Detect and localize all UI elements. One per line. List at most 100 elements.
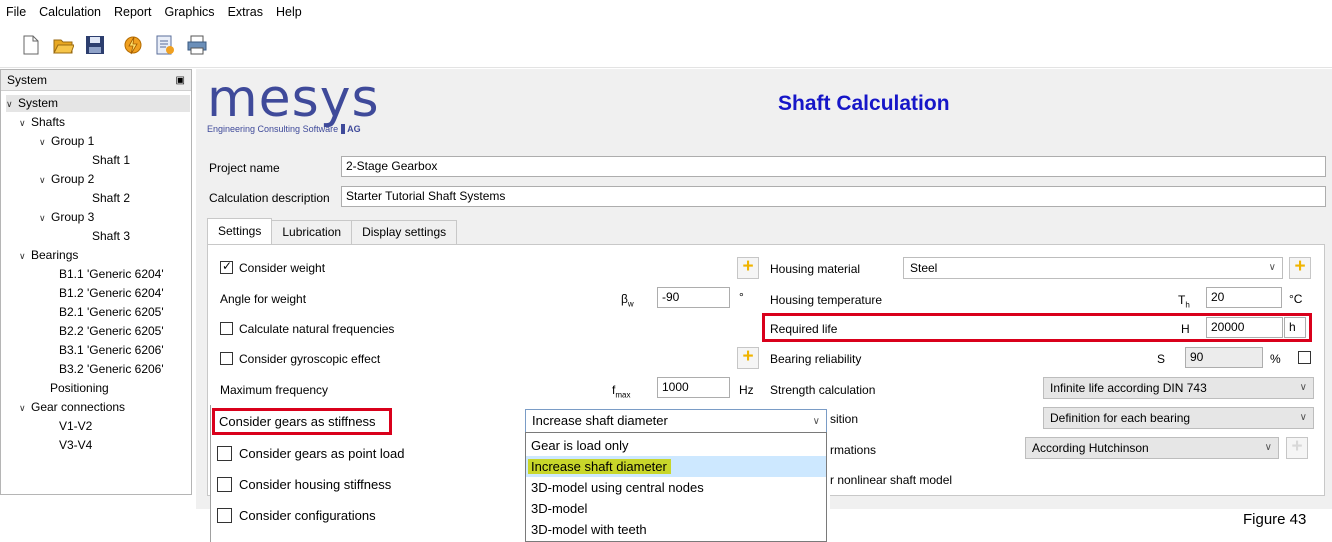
tree-node-shaft[interactable]: Shaft 1	[92, 152, 130, 168]
dropdown-option[interactable]: 3D-model with teeth	[526, 519, 826, 540]
tab-lubrication[interactable]: Lubrication	[271, 220, 353, 244]
formations-select[interactable]: According Hutchinson ∨	[1025, 437, 1279, 459]
tree-node-shaft[interactable]: Shaft 2	[92, 190, 130, 206]
housing-stiffness-checkbox[interactable]	[217, 477, 232, 492]
menu-help[interactable]: Help	[276, 5, 302, 19]
chevron-down-icon[interactable]: ∨	[39, 134, 51, 150]
strength-calculation-value: Infinite life according DIN 743	[1050, 381, 1207, 395]
bearing-reliability-label: Bearing reliability	[770, 352, 862, 366]
tree-node-bearing[interactable]: B1.1 'Generic 6204'	[59, 266, 164, 282]
mesys-logo: mesys Engineering Consulting Software AG	[207, 73, 380, 134]
system-tree-panel: System ▣ ∨ System ∨ Shafts ∨ Group 1 Shaft …	[0, 69, 192, 495]
calculate-icon[interactable]	[122, 34, 144, 56]
menu-file[interactable]: File	[6, 5, 26, 19]
angle-for-weight-input[interactable]: -90	[657, 287, 730, 308]
maximum-frequency-label: Maximum frequency	[220, 383, 329, 397]
consider-weight-label: Consider weight	[239, 261, 326, 275]
tree-node-shaft[interactable]: Shaft 3	[92, 228, 130, 244]
tree-node-system[interactable]: ∨ System	[6, 95, 190, 112]
tree-header: System ▣	[1, 70, 191, 91]
logo-suffix: AG	[347, 124, 361, 134]
tree-node-bearing[interactable]: B3.1 'Generic 6206'	[59, 342, 164, 358]
tree-node-group[interactable]: ∨ Group 3	[39, 209, 94, 226]
tree-node-bearing[interactable]: B2.2 'Generic 6205'	[59, 323, 164, 339]
add-icon[interactable]: +	[737, 347, 759, 369]
tree-node-bearing[interactable]: B2.1 'Generic 6205'	[59, 304, 164, 320]
housing-material-value: Steel	[910, 261, 938, 275]
chevron-down-icon[interactable]: ∨	[39, 172, 51, 188]
strength-calculation-label: Strength calculation	[770, 383, 876, 397]
tree-node-gear-connection[interactable]: V1-V2	[59, 418, 92, 434]
strength-calculation-select[interactable]: Infinite life according DIN 743 ∨	[1043, 377, 1314, 399]
chevron-down-icon[interactable]: ∨	[6, 96, 18, 112]
chevron-down-icon[interactable]: ∨	[19, 115, 31, 131]
tree-node-group[interactable]: ∨ Group 1	[39, 133, 94, 150]
menu-report[interactable]: Report	[114, 5, 152, 19]
dropdown-option-highlighted[interactable]: Increase shaft diameter	[526, 456, 826, 477]
menu-calculation[interactable]: Calculation	[39, 5, 101, 19]
housing-stiffness-label: Consider housing stiffness	[239, 477, 392, 492]
chevron-down-icon[interactable]: ∨	[19, 400, 31, 416]
chevron-down-icon[interactable]: ∨	[39, 210, 51, 226]
tree-node-bearings[interactable]: ∨ Bearings	[19, 247, 78, 264]
dropdown-option[interactable]: Gear is load only	[526, 435, 826, 456]
housing-material-label: Housing material	[770, 262, 861, 276]
gear-model-select[interactable]: Increase shaft diameter ∨	[525, 409, 827, 433]
tree-node-group[interactable]: ∨ Group 2	[39, 171, 94, 188]
add-icon[interactable]: +	[1289, 257, 1311, 279]
gears-point-load-checkbox[interactable]	[217, 446, 232, 461]
logo-tagline: Engineering Consulting Software	[207, 124, 339, 134]
gears-stiffness-label: Consider gears as stiffness	[219, 414, 376, 429]
add-icon: +	[1286, 437, 1308, 459]
project-name-input[interactable]: 2-Stage Gearbox	[341, 156, 1326, 177]
tab-settings[interactable]: Settings	[207, 218, 273, 244]
chevron-down-icon: ∨	[1299, 382, 1307, 393]
add-icon[interactable]: +	[737, 257, 759, 279]
checkmark-icon: ✓	[222, 259, 233, 273]
maximum-frequency-input[interactable]: 1000	[657, 377, 730, 398]
menu-extras[interactable]: Extras	[228, 5, 263, 19]
gyroscopic-checkbox[interactable]	[220, 352, 233, 365]
natural-frequencies-checkbox[interactable]	[220, 322, 233, 335]
new-file-icon[interactable]	[20, 34, 42, 56]
configurations-checkbox[interactable]	[217, 508, 232, 523]
chevron-down-icon: ∨	[1268, 262, 1276, 273]
menu-graphics[interactable]: Graphics	[165, 5, 215, 19]
tree-node-positioning[interactable]: Positioning	[50, 380, 109, 396]
formations-value: According Hutchinson	[1032, 441, 1149, 455]
formations-label-partial: rmations	[830, 443, 877, 457]
menu-bar: File Calculation Report Graphics Extras …	[0, 0, 1332, 24]
th-symbol: Th	[1178, 293, 1190, 310]
required-life-highlight	[762, 313, 1312, 342]
open-folder-icon[interactable]	[52, 34, 74, 56]
tab-display-settings[interactable]: Display settings	[351, 220, 458, 244]
gears-point-load-label: Consider gears as point load	[239, 446, 405, 461]
angle-for-weight-label: Angle for weight	[220, 292, 307, 306]
frequency-unit: Hz	[739, 383, 754, 397]
figure-caption: Figure 43	[1243, 511, 1307, 528]
tree-node-shafts[interactable]: ∨ Shafts	[19, 114, 65, 131]
housing-temperature-label: Housing temperature	[770, 293, 883, 307]
bearing-reliability-checkbox[interactable]	[1298, 351, 1311, 364]
calculation-description-input[interactable]: Starter Tutorial Shaft Systems	[341, 186, 1326, 207]
report-icon[interactable]	[154, 34, 176, 56]
bearing-reliability-input[interactable]: 90	[1185, 347, 1263, 368]
pin-icon[interactable]: ▣	[176, 75, 185, 86]
print-icon[interactable]	[186, 34, 208, 56]
tree-node-bearing[interactable]: B1.2 'Generic 6204'	[59, 285, 164, 301]
project-name-label: Project name	[209, 161, 280, 175]
tree-node-gear-connections[interactable]: ∨ Gear connections	[19, 399, 125, 416]
tree-node-bearing[interactable]: B3.2 'Generic 6206'	[59, 361, 164, 377]
save-icon[interactable]	[84, 34, 106, 56]
housing-temperature-input[interactable]: 20	[1206, 287, 1282, 308]
gear-model-dropdown-list: Gear is load only Increase shaft diamete…	[525, 432, 827, 542]
natural-frequencies-label: Calculate natural frequencies	[239, 322, 395, 336]
chevron-down-icon[interactable]: ∨	[19, 248, 31, 264]
housing-material-select[interactable]: Steel ∨	[903, 257, 1283, 279]
position-select[interactable]: Definition for each bearing ∨	[1043, 407, 1314, 429]
consider-weight-checkbox[interactable]: ✓	[220, 259, 233, 274]
tab-bar: Settings Lubrication Display settings	[207, 218, 458, 245]
dropdown-option[interactable]: 3D-model	[526, 498, 826, 519]
tree-node-gear-connection[interactable]: V3-V4	[59, 437, 92, 453]
dropdown-option[interactable]: 3D-model using central nodes	[526, 477, 826, 498]
